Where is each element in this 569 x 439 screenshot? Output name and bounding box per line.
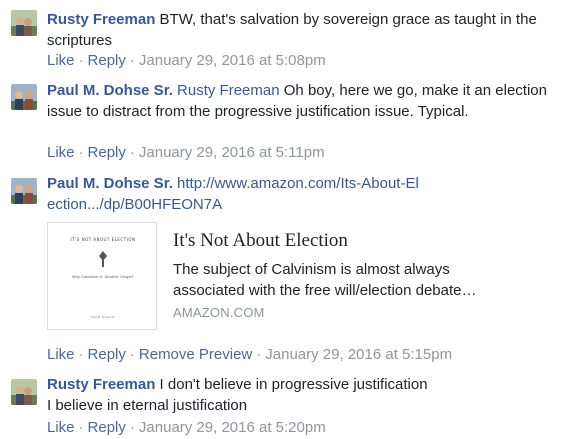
author-link[interactable]: Rusty Freeman — [47, 376, 155, 393]
author-link[interactable]: Paul M. Dohse Sr. — [47, 175, 173, 192]
timestamp[interactable]: January 29, 2016 at 5:08pm — [139, 52, 326, 69]
timestamp[interactable]: January 29, 2016 at 5:11pm — [139, 144, 325, 161]
like-button[interactable]: Like — [47, 346, 75, 363]
author-link[interactable]: Paul M. Dohse Sr. — [47, 82, 173, 99]
avatar[interactable] — [11, 10, 37, 36]
remove-preview-button[interactable]: Remove Preview — [139, 346, 252, 363]
preview-description: The subject of Calvinism is almost alway… — [173, 261, 477, 299]
timestamp[interactable]: January 29, 2016 at 5:20pm — [139, 419, 326, 436]
comment-actions: Like · Reply · Remove Preview · January 29, 20… — [47, 346, 453, 363]
comment-actions: Like · Reply · January 29, 2016 at 5:08pm — [47, 52, 326, 69]
preview-title[interactable]: It's Not About Election — [173, 230, 348, 252]
comment-actions: Like · Reply · January 29, 2016 at 5:20pm — [47, 419, 326, 436]
like-button[interactable]: Like — [47, 144, 75, 161]
book-emblem-icon — [99, 251, 107, 267]
reply-button[interactable]: Reply — [88, 346, 126, 363]
reply-button[interactable]: Reply — [88, 419, 126, 436]
timestamp[interactable]: January 29, 2016 at 5:15pm — [265, 346, 452, 363]
avatar[interactable] — [11, 178, 37, 204]
like-button[interactable]: Like — [47, 419, 75, 436]
comment-text-line-2: I believe in eternal justification — [47, 397, 248, 414]
link-preview-card[interactable]: IT'S NOT ABOUT ELECTION Why Calvinism is… — [47, 222, 479, 330]
avatar-photo-icon — [11, 379, 37, 405]
preview-thumbnail[interactable]: IT'S NOT ABOUT ELECTION Why Calvinism is… — [47, 222, 157, 330]
avatar-photo-icon — [11, 178, 37, 204]
reply-button[interactable]: Reply — [88, 144, 126, 161]
thumb-subtitle: Why Calvinism is "Another Gospel" — [71, 274, 135, 279]
avatar[interactable] — [11, 84, 37, 110]
preview-source: AMAZON.COM — [173, 305, 265, 320]
reply-button[interactable]: Reply — [88, 52, 126, 69]
like-button[interactable]: Like — [47, 52, 75, 69]
comment-text-line-1: I don't believe in progressive justifica… — [159, 376, 428, 393]
avatar-photo-icon — [11, 84, 37, 110]
mention-link[interactable]: Rusty Freeman — [177, 82, 280, 99]
avatar-photo-icon — [11, 10, 37, 36]
thumb-footer: Paul M. Dohse Sr. — [90, 315, 116, 319]
thumb-title: IT'S NOT ABOUT ELECTION — [70, 237, 136, 242]
comment-actions: Like · Reply · January 29, 2016 at 5:11pm — [47, 144, 325, 161]
avatar[interactable] — [11, 379, 37, 405]
author-link[interactable]: Rusty Freeman — [47, 11, 155, 28]
